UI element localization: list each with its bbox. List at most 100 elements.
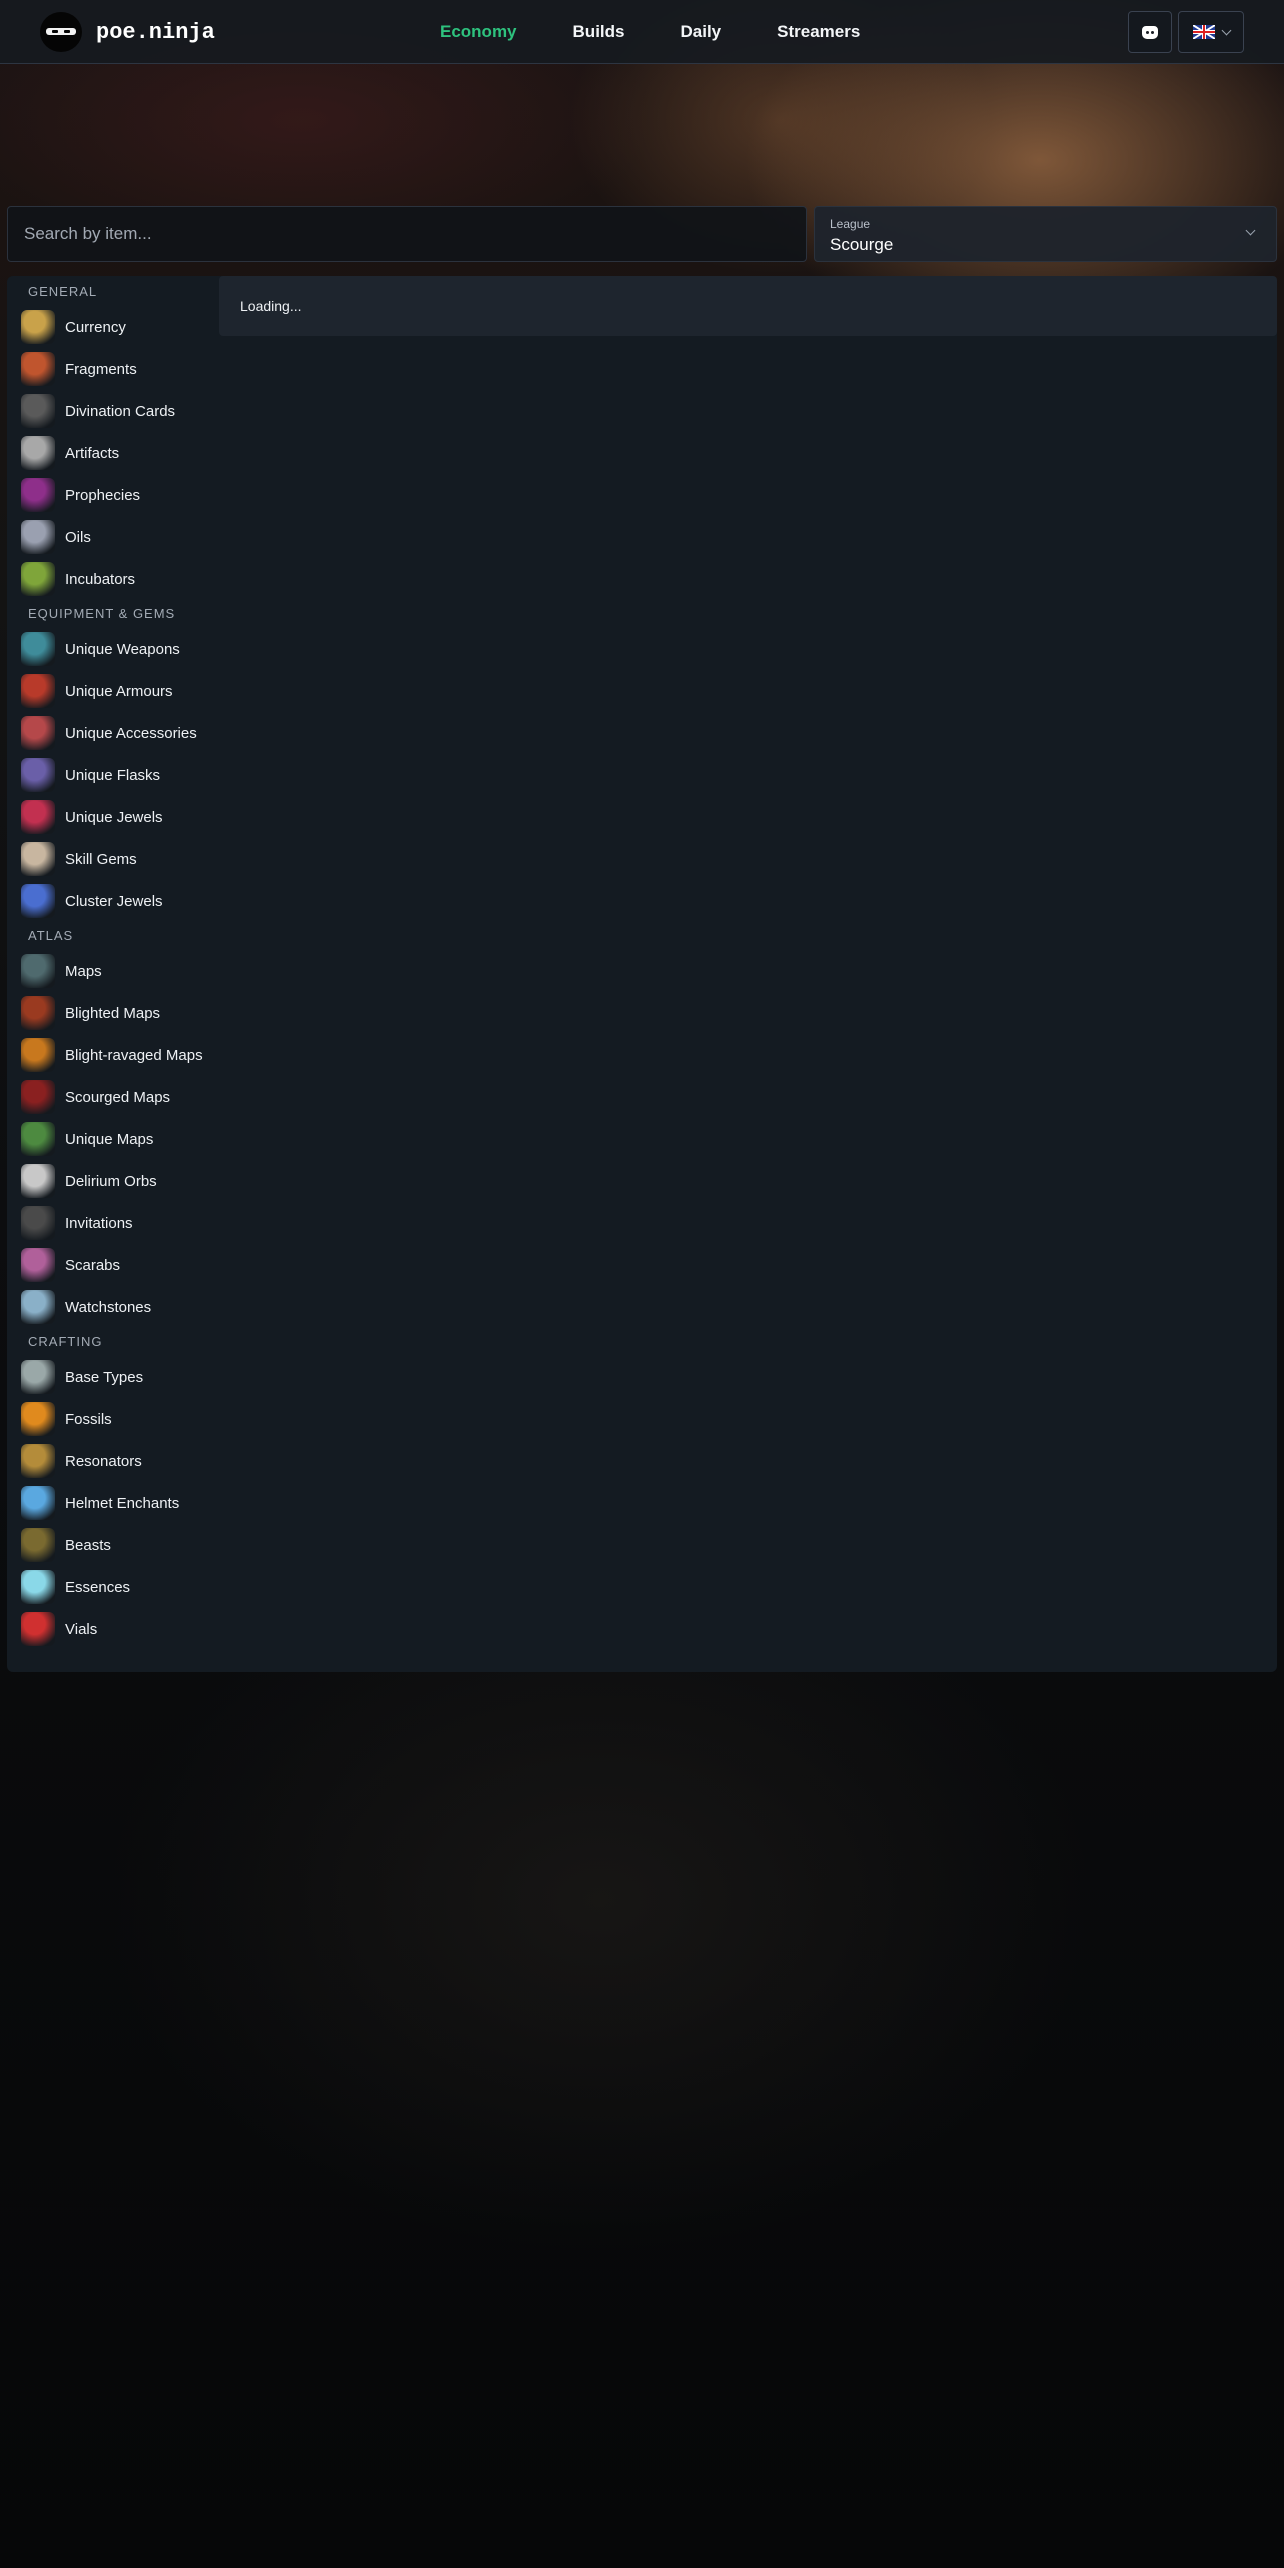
sidebar-item-scourged-maps[interactable]: Scourged Maps (21, 1078, 221, 1116)
prophecies-icon (21, 478, 55, 512)
discord-button[interactable] (1128, 11, 1172, 53)
chevron-down-icon (1245, 225, 1256, 236)
invitations-icon (21, 1206, 55, 1240)
sidebar-item-blighted-maps[interactable]: Blighted Maps (21, 994, 221, 1032)
sidebar-item-watchstones[interactable]: Watchstones (21, 1288, 221, 1326)
oils-icon (21, 520, 55, 554)
sidebar-item-label: Divination Cards (65, 402, 176, 420)
chevron-down-icon (1221, 25, 1231, 35)
brand-name: poe.ninja (96, 19, 215, 45)
sidebar-item-label: Invitations (65, 1214, 133, 1232)
main-nav: Economy Builds Daily Streamers (440, 0, 916, 64)
uk-flag-icon (1192, 25, 1215, 39)
sidebar-item-label: Base Types (65, 1368, 144, 1386)
nav-daily[interactable]: Daily (680, 22, 721, 42)
skill-gems-icon (21, 842, 55, 876)
sidebar-item-label: Prophecies (65, 486, 141, 504)
sidebar-item-label: Blight-ravaged Maps (65, 1046, 203, 1064)
unique-flasks-icon (21, 758, 55, 792)
sidebar-item-label: Skill Gems (65, 850, 137, 868)
sidebar-item-essences[interactable]: Essences (21, 1568, 221, 1606)
sidebar-item-label: Fossils (65, 1410, 112, 1428)
sidebar-item-maps[interactable]: Maps (21, 952, 221, 990)
sidebar-item-cluster-jewels[interactable]: Cluster Jewels (21, 882, 221, 920)
sidebar-item-delirium-orbs[interactable]: Delirium Orbs (21, 1162, 221, 1200)
content-panel: Loading... (219, 276, 1277, 336)
league-value: Scourge (830, 235, 894, 254)
sidebar-item-label: Unique Weapons (65, 640, 180, 658)
league-label: League (830, 217, 871, 231)
scourged-maps-icon (21, 1080, 55, 1114)
sidebar-item-label: Scourged Maps (65, 1088, 171, 1106)
sidebar-item-fossils[interactable]: Fossils (21, 1400, 221, 1438)
section-title: Atlas (28, 928, 74, 943)
sidebar-item-label: Essences (65, 1578, 131, 1596)
artifacts-icon (21, 436, 55, 470)
scarabs-icon (21, 1248, 55, 1282)
sidebar-item-label: Unique Maps (65, 1130, 154, 1148)
sidebar-item-fragments[interactable]: Fragments (21, 350, 221, 388)
sidebar-item-unique-weapons[interactable]: Unique Weapons (21, 630, 221, 668)
sidebar-item-invitations[interactable]: Invitations (21, 1204, 221, 1242)
language-select[interactable] (1178, 11, 1244, 53)
nav-economy[interactable]: Economy (440, 22, 517, 42)
sidebar-item-skill-gems[interactable]: Skill Gems (21, 840, 221, 878)
resonators-icon (21, 1444, 55, 1478)
sidebar-item-vials[interactable]: Vials (21, 1610, 221, 1648)
sidebar-item-helmet-enchants[interactable]: Helmet Enchants (21, 1484, 221, 1522)
sidebar-item-label: Resonators (65, 1452, 142, 1470)
sidebar-item-label: Oils (65, 528, 91, 546)
brand[interactable]: poe.ninja (40, 12, 215, 52)
sidebar-item-unique-flasks[interactable]: Unique Flasks (21, 756, 221, 794)
sidebar-item-beasts[interactable]: Beasts (21, 1526, 221, 1564)
fragments-icon (21, 352, 55, 386)
ninja-logo-icon (40, 12, 82, 52)
sidebar-item-divination-cards[interactable]: Divination Cards (21, 392, 221, 430)
sidebar-item-label: Unique Armours (65, 682, 173, 700)
section-title: Equipment & Gems (28, 606, 176, 621)
sidebar-item-oils[interactable]: Oils (21, 518, 221, 556)
sidebar-item-incubators[interactable]: Incubators (21, 560, 221, 598)
sidebar-item-prophecies[interactable]: Prophecies (21, 476, 221, 514)
fossils-icon (21, 1402, 55, 1436)
sidebar-item-label: Beasts (65, 1536, 111, 1554)
sidebar-item-unique-jewels[interactable]: Unique Jewels (21, 798, 221, 836)
sidebar-item-base-types[interactable]: Base Types (21, 1358, 221, 1396)
sidebar-item-label: Helmet Enchants (65, 1494, 180, 1512)
section-title: General (28, 284, 98, 299)
cluster-jewels-icon (21, 884, 55, 918)
sidebar-item-unique-maps[interactable]: Unique Maps (21, 1120, 221, 1158)
sidebar-item-label: Vials (65, 1620, 98, 1638)
blight-ravaged-maps-icon (21, 1038, 55, 1072)
unique-maps-icon (21, 1122, 55, 1156)
sidebar-item-label: Maps (65, 962, 102, 980)
category-sidebar: General Currency Fragments Divination Cards… (7, 276, 1277, 1672)
top-navigation-bar: poe.ninja Economy Builds Daily Streamers (0, 0, 1284, 64)
sidebar-item-unique-armours[interactable]: Unique Armours (21, 672, 221, 710)
unique-weapons-icon (21, 632, 55, 666)
loading-status: Loading... (240, 298, 302, 314)
search-input[interactable] (8, 207, 806, 261)
sidebar-item-label: Unique Jewels (65, 808, 163, 826)
nav-builds[interactable]: Builds (573, 22, 625, 42)
sidebar-item-label: Fragments (65, 360, 137, 378)
sidebar-item-label: Currency (65, 318, 126, 336)
beasts-icon (21, 1528, 55, 1562)
league-select[interactable]: League Scourge (814, 206, 1277, 262)
sidebar-item-resonators[interactable]: Resonators (21, 1442, 221, 1480)
blighted-maps-icon (21, 996, 55, 1030)
sidebar-item-currency[interactable]: Currency (21, 308, 221, 346)
sidebar-item-artifacts[interactable]: Artifacts (21, 434, 221, 472)
currency-icon (21, 310, 55, 344)
sidebar-item-label: Cluster Jewels (65, 892, 163, 910)
maps-icon (21, 954, 55, 988)
sidebar-item-unique-accessories[interactable]: Unique Accessories (21, 714, 221, 752)
unique-armours-icon (21, 674, 55, 708)
sidebar-item-label: Blighted Maps (65, 1004, 161, 1022)
nav-streamers[interactable]: Streamers (777, 22, 860, 42)
sidebar-item-label: Unique Flasks (65, 766, 161, 784)
sidebar-item-scarabs[interactable]: Scarabs (21, 1246, 221, 1284)
unique-accessories-icon (21, 716, 55, 750)
sidebar-item-blight-ravaged-maps[interactable]: Blight-ravaged Maps (21, 1036, 221, 1074)
helmet-enchants-icon (21, 1486, 55, 1520)
